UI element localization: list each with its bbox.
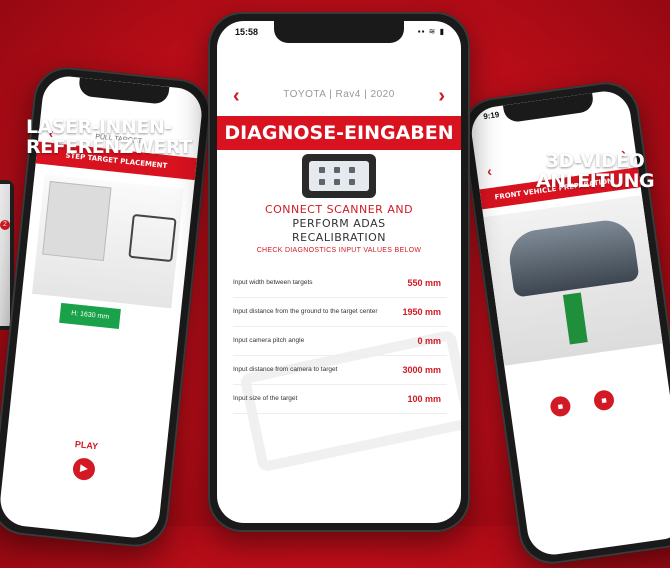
center-phone-notch <box>274 21 404 43</box>
center-phone-screen: 15:58 ▪▪ ≋ ▮ ‹ › TOYOTA | Rav4 | 2020 DI… <box>217 21 461 523</box>
left-caption-line-2: REFERENZWERT <box>26 135 192 158</box>
list-item[interactable]: Input width between targets 550 mm <box>233 269 447 298</box>
video-control-button-2[interactable]: ■ <box>592 388 616 412</box>
left-phone-notch <box>77 77 170 105</box>
list-item[interactable]: Input camera pitch angle 0 mm <box>233 327 447 356</box>
diagnostics-input-list: Input width between targets 550 mm Input … <box>233 269 447 414</box>
offscreen-phone-screen <box>0 184 10 326</box>
right-caption: 3D-VIDEO ANLEITUNG <box>536 150 655 192</box>
input-label: Input camera pitch angle <box>233 337 305 344</box>
input-value: 550 mm <box>407 278 441 288</box>
laser-value-badge: H: 1630 mm <box>59 302 121 329</box>
right-caption-line-1: 3D-VIDEO <box>545 150 645 172</box>
input-label: Input width between targets <box>233 279 313 286</box>
left-caption: LASER-INNEN- REFERENZWERT <box>26 116 192 158</box>
input-label: Input size of the target <box>233 395 298 402</box>
right-status-time: 9:19 <box>482 110 500 122</box>
diagnose-title-bar: DIAGNOSE-EINGABEN <box>217 116 461 150</box>
adas-headline: CONNECT SCANNER AND PERFORM ADAS RECALIB… <box>217 203 461 245</box>
vehicle-label: TOYOTA | Rav4 | 2020 <box>283 89 395 100</box>
video-control-button[interactable]: ■ <box>549 395 572 418</box>
right-caption-line-2: ANLEITUNG <box>536 169 655 192</box>
headline-line-2: PERFORM ADAS <box>292 217 386 230</box>
play-button[interactable]: ▶ <box>71 457 97 482</box>
play-label: PLAY <box>74 439 99 452</box>
scanner-icon <box>302 154 376 198</box>
right-prev-button[interactable]: ‹ <box>486 163 493 179</box>
headline-line-3: RECALIBRATION <box>292 231 386 244</box>
left-caption-line-1: LASER-INNEN- <box>26 116 172 138</box>
target-placement-image <box>32 174 184 309</box>
scanner-screen <box>309 161 369 191</box>
center-status-time: 15:58 <box>235 27 259 37</box>
input-value: 0 mm <box>417 336 441 346</box>
step-badge: 2 <box>0 220 10 230</box>
car-3d-image <box>483 195 663 366</box>
list-item[interactable]: Input distance from the ground to the ta… <box>233 298 447 327</box>
headline-line-1: CONNECT SCANNER AND <box>264 203 414 216</box>
input-value: 3000 mm <box>402 365 441 375</box>
input-value: 1950 mm <box>402 307 441 317</box>
car-graphic <box>505 216 640 298</box>
laser-tripod-graphic <box>128 213 177 263</box>
center-phone: 15:58 ▪▪ ≋ ▮ ‹ › TOYOTA | Rav4 | 2020 DI… <box>208 12 470 532</box>
input-label: Input distance from the ground to the ta… <box>233 308 378 315</box>
diagnostics-subline: CHECK DIAGNOSTICS INPUT VALUES BELOW <box>256 247 422 254</box>
calibration-panel-graphic <box>42 180 112 262</box>
target-rig-graphic <box>562 292 588 345</box>
list-item[interactable]: Input distance from camera to target 3000… <box>233 356 447 385</box>
right-phone-notch <box>502 92 595 124</box>
list-item[interactable]: Input size of the target 100 mm <box>233 385 447 414</box>
input-value: 100 mm <box>407 394 441 404</box>
input-label: Input distance from camera to target <box>233 366 338 373</box>
signal-wifi-battery-icon: ▪▪ ≋ ▮ <box>417 27 445 36</box>
